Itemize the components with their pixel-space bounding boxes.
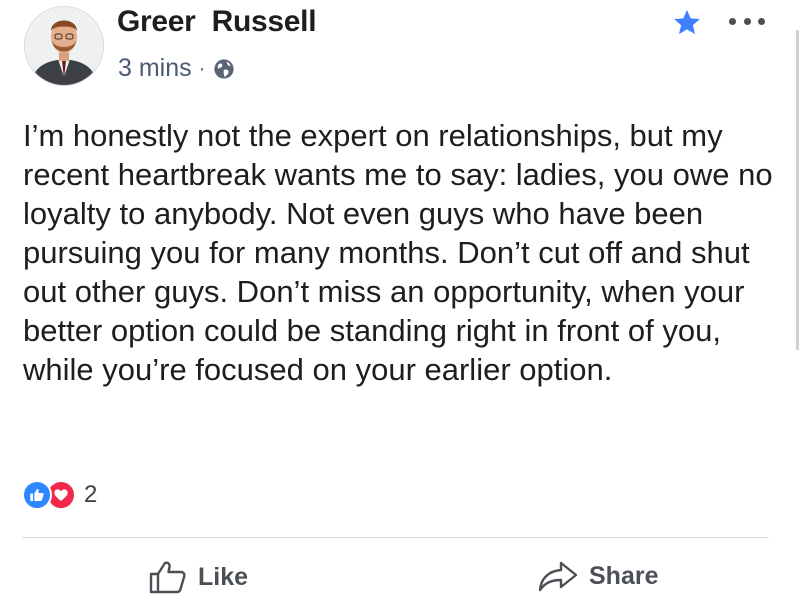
reaction-count: 2 (84, 481, 98, 508)
share-button[interactable]: Share (537, 560, 658, 592)
like-button[interactable]: Like (148, 560, 248, 594)
share-arrow-icon (538, 561, 578, 592)
like-reaction-icon (22, 480, 52, 510)
more-dot (758, 17, 765, 25)
share-label: Share (589, 561, 659, 590)
author-photo (25, 7, 103, 85)
author-avatar[interactable] (24, 6, 104, 86)
author-name[interactable]: Greer Russell (117, 5, 317, 39)
thumbs-up-icon (149, 561, 186, 594)
more-dot (743, 17, 751, 25)
globe-icon[interactable] (213, 58, 235, 80)
action-divider (22, 537, 769, 538)
more-options-icon[interactable] (729, 14, 765, 28)
post-timestamp[interactable]: 3 mins (118, 54, 192, 83)
reactions-summary[interactable]: 2 (22, 480, 97, 510)
post-text: I’m honestly not the expert on relations… (23, 118, 773, 387)
feed-post: Greer Russell 3 mins · I’m honestly not … (0, 0, 799, 600)
post-meta: 3 mins · (118, 54, 235, 83)
like-label: Like (198, 562, 249, 591)
more-dot (729, 17, 736, 25)
star-icon[interactable] (672, 8, 702, 38)
meta-separator: · (198, 57, 206, 80)
